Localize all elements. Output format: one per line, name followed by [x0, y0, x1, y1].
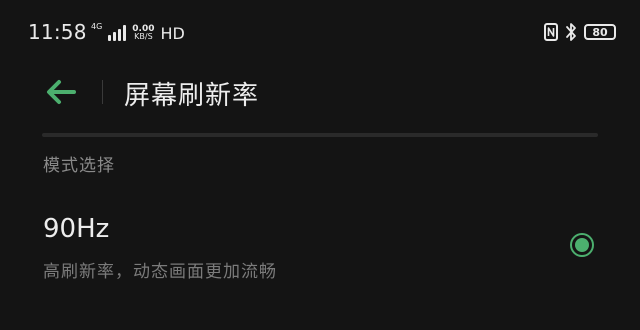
status-time: 11:58 [28, 20, 87, 44]
status-bar: 11:58 4G 0.00 KB/S HD 80 [0, 0, 640, 64]
battery-icon: 80 [584, 24, 616, 40]
nfc-icon [544, 23, 558, 41]
option-90hz[interactable]: 90Hz 高刷新率，动态画面更加流畅 [0, 200, 640, 290]
app-header: 屏幕刷新率 [0, 64, 640, 122]
status-left-icons: 4G 0.00 KB/S HD [91, 21, 185, 44]
network-generation-label: 4G [91, 22, 103, 31]
page-title: 屏幕刷新率 [124, 81, 260, 111]
status-right-icons: 80 [544, 21, 616, 43]
radio-selected-icon[interactable] [570, 233, 594, 257]
radio-dot [575, 238, 589, 252]
network-speed-unit: KB/S [134, 32, 153, 41]
back-button[interactable] [40, 76, 80, 108]
battery-level: 80 [592, 25, 608, 39]
signal-bars-icon [108, 25, 127, 41]
option-title: 90Hz [43, 214, 110, 244]
option-subtitle: 高刷新率，动态画面更加流畅 [43, 262, 277, 282]
network-speed: 0.00 KB/S [132, 25, 154, 41]
arrow-left-icon [47, 80, 76, 104]
content-divider [42, 133, 598, 137]
hd-label: HD [160, 24, 185, 43]
bluetooth-icon [565, 22, 577, 42]
section-label: 模式选择 [43, 156, 115, 176]
screen: 11:58 4G 0.00 KB/S HD 80 屏幕刷新率 模式选择 90Hz… [0, 0, 640, 330]
header-divider [102, 80, 103, 104]
